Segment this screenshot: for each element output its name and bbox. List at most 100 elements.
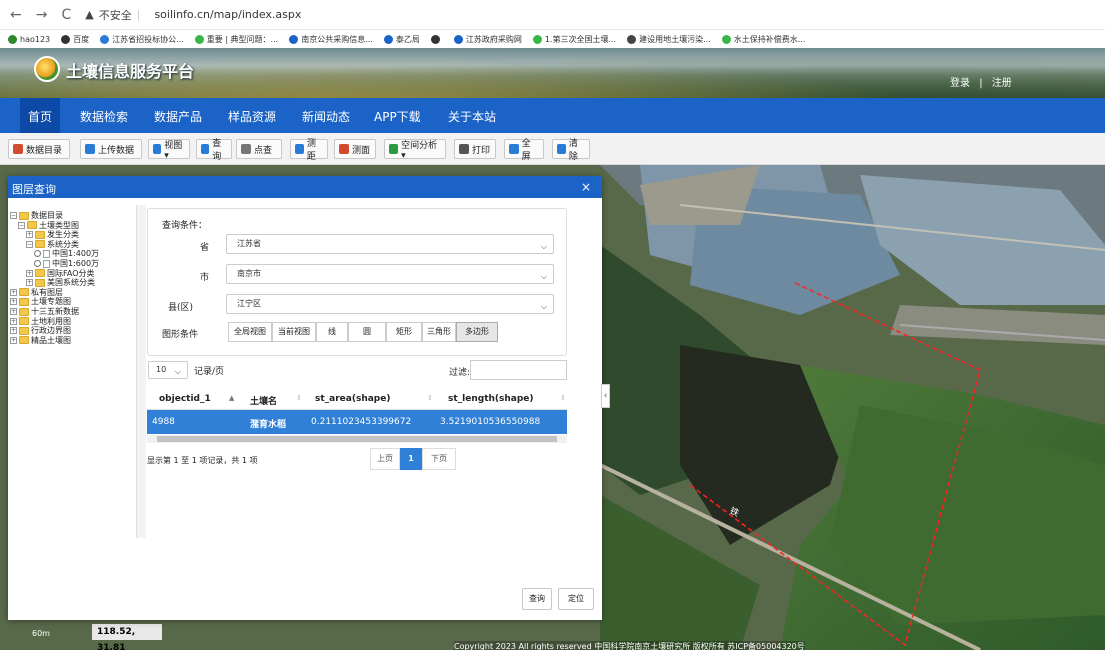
shape-option-button[interactable]: 矩形	[386, 322, 422, 342]
nav-item-data-search[interactable]: 数据检索	[80, 108, 128, 125]
coordinate-readout: 118.52, 31.81	[92, 624, 162, 650]
page-size-select[interactable]: 10 ⌵	[148, 361, 188, 379]
chevron-down-icon: ⌵	[174, 367, 181, 376]
cell-st-area: 0.2111023453399672	[311, 417, 412, 427]
toolbar-button-measure-distance[interactable]: 测距	[290, 139, 328, 162]
folder-icon	[19, 336, 29, 345]
security-warning[interactable]: ▲ 不安全 |	[85, 7, 140, 23]
expand-icon[interactable]: +	[10, 327, 17, 335]
collapse-icon[interactable]: −	[26, 240, 33, 248]
folder-icon	[19, 288, 29, 297]
bookmark-label: 水土保持补偿费水...	[733, 34, 806, 44]
shape-option-button[interactable]: 线	[316, 322, 348, 342]
reload-icon[interactable]: C	[61, 7, 71, 23]
toolbar-button-upload[interactable]: 上传数据	[80, 139, 142, 159]
close-icon[interactable]: ×	[581, 180, 591, 194]
locate-button[interactable]: 定位	[558, 588, 594, 610]
collapse-icon[interactable]: −	[10, 212, 17, 219]
bookmark-item[interactable]: 重要 | 典型问题：...	[194, 34, 278, 45]
radio-icon[interactable]	[34, 260, 41, 267]
shape-option-button[interactable]: 多边形	[456, 322, 498, 342]
folder-icon	[19, 317, 29, 326]
nav-item-news[interactable]: 新闻动态	[302, 108, 350, 125]
expand-icon[interactable]: +	[10, 308, 17, 315]
nav-item-about[interactable]: 关于本站	[448, 108, 496, 125]
bookmark-label: hao123	[20, 34, 51, 44]
url-text[interactable]: soilinfo.cn/map/index.aspx	[154, 8, 301, 21]
bookmark-item[interactable]: 水土保持补偿费水...	[721, 34, 806, 45]
toolbar-button-query[interactable]: 查询	[196, 139, 232, 162]
nav-item-app-download[interactable]: APP下载	[374, 108, 421, 125]
expand-icon[interactable]: +	[10, 317, 17, 325]
page-1-button[interactable]: 1	[400, 448, 422, 470]
county-value: 江宁区	[237, 299, 261, 308]
shape-option-button[interactable]: 当前视图	[272, 322, 316, 342]
bookmark-item[interactable]: 百度	[61, 34, 89, 45]
login-area: 登录 | 注册	[950, 74, 1012, 89]
collapse-panel-button[interactable]: ‹	[601, 384, 610, 408]
filter-input[interactable]	[470, 360, 567, 380]
county-select[interactable]: 江宁区 ⌵	[226, 294, 554, 314]
province-select[interactable]: 江苏省 ⌵	[226, 234, 554, 254]
tree-scrollbar[interactable]	[136, 205, 146, 538]
toolbar-button-clear[interactable]: 清除	[552, 139, 590, 162]
bookmark-item[interactable]: 南京公共采购信息...	[289, 34, 373, 45]
expand-icon[interactable]: +	[10, 298, 17, 306]
toolbar-button-label: 全屏	[521, 139, 531, 162]
page-size-value: 10	[156, 365, 167, 374]
scale-text: 60m	[32, 628, 50, 638]
bookmark-item[interactable]: 江苏省招投标协公...	[100, 34, 184, 45]
tree-node[interactable]: + 精品土壤图	[10, 335, 71, 346]
shape-option-button[interactable]: 三角形	[422, 322, 456, 342]
expand-icon[interactable]: +	[26, 279, 33, 287]
expand-icon[interactable]: +	[10, 288, 17, 296]
city-select[interactable]: 南京市 ⌵	[226, 264, 554, 284]
column-soil-name[interactable]: 土壤名	[250, 394, 277, 407]
dialog-header[interactable]	[8, 176, 602, 198]
map-toolbar: 数据目录 上传数据 视图 ▾ 查询 点查 测距 测面 空间分析 ▾ 打印 全屏 清除	[0, 133, 1105, 165]
shape-option-button[interactable]: 全局视图	[228, 322, 272, 342]
toolbar-button-view[interactable]: 视图 ▾	[148, 139, 190, 161]
column-st-length[interactable]: st_length(shape)	[448, 394, 534, 404]
expand-icon[interactable]: +	[26, 269, 33, 277]
nav-item-sample-resources[interactable]: 样品资源	[228, 108, 276, 125]
scrollbar-thumb[interactable]	[157, 436, 557, 442]
province-label: 省	[200, 243, 210, 253]
shape-condition-label: 图形条件	[162, 330, 199, 340]
bookmark-item[interactable]: 泰乙局	[383, 34, 420, 45]
point-query-icon	[241, 144, 251, 154]
expand-icon[interactable]: +	[26, 231, 33, 239]
column-objectid[interactable]: objectid_1	[159, 394, 211, 404]
layer-file-icon	[43, 259, 50, 268]
toolbar-button-point-query[interactable]: 点查	[236, 139, 282, 159]
nav-item-home[interactable]: 首页	[20, 98, 61, 133]
collapse-icon[interactable]: −	[18, 221, 25, 229]
folder-icon	[19, 307, 29, 316]
toolbar-button-spatial-analysis[interactable]: 空间分析 ▾	[384, 139, 446, 161]
expand-icon[interactable]: +	[10, 336, 17, 344]
toolbar-button-print[interactable]: 打印	[454, 139, 496, 159]
nav-item-data-products[interactable]: 数据产品	[154, 108, 202, 125]
bookmark-item[interactable]: 江苏政府采购网	[453, 34, 522, 45]
login-link[interactable]: 登录	[950, 78, 970, 89]
bookmark-item[interactable]	[430, 34, 443, 44]
column-st-area[interactable]: st_area(shape)	[315, 394, 390, 404]
back-icon[interactable]: ←	[10, 7, 22, 23]
forward-icon[interactable]: →	[36, 7, 48, 23]
toolbar-button-catalog[interactable]: 数据目录	[8, 139, 70, 159]
toolbar-button-label: 清除	[568, 139, 578, 162]
radio-icon[interactable]	[34, 250, 41, 258]
toolbar-button-measure-area[interactable]: 测面	[334, 139, 376, 159]
shape-option-button[interactable]: 圆	[348, 322, 386, 342]
register-link[interactable]: 注册	[992, 78, 1012, 89]
prev-page-button[interactable]: 上页	[370, 448, 400, 470]
next-page-button[interactable]: 下页	[422, 448, 456, 470]
bookmark-item[interactable]: 建设用地土壤污染...	[627, 34, 711, 45]
bookmark-item[interactable]: 1.第三次全国土壤...	[532, 34, 616, 45]
toolbar-button-fullscreen[interactable]: 全屏	[504, 139, 544, 162]
province-value: 江苏省	[237, 239, 261, 248]
measure-area-icon	[339, 144, 349, 154]
bookmark-item[interactable]: hao123	[8, 34, 51, 44]
query-button[interactable]: 查询	[522, 588, 552, 610]
folder-icon	[35, 278, 45, 287]
